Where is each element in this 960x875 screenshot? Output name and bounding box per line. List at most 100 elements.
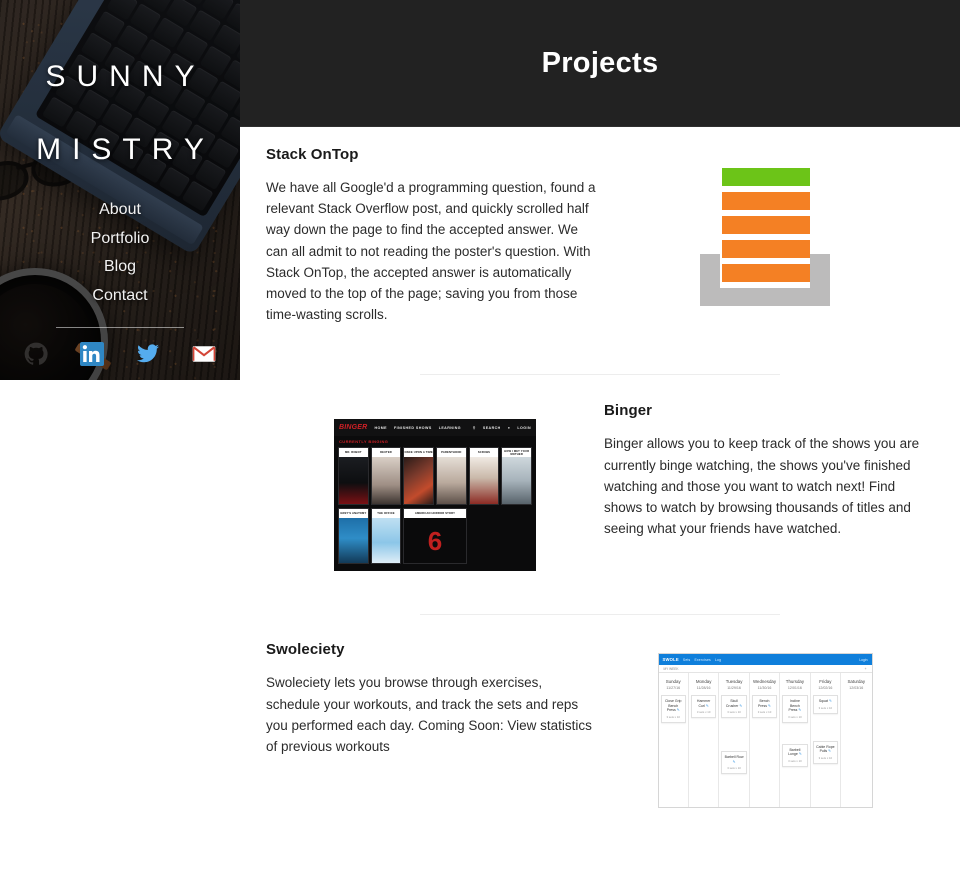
workout-exercise: Barbell Row (724, 755, 744, 760)
edit-icon[interactable]: ✎ (828, 749, 831, 753)
binger-poster-art (404, 457, 433, 505)
main-content: Projects Stack OnTop We have all Google'… (240, 0, 960, 875)
project-description: Swoleciety lets you browse through exerc… (266, 675, 592, 755)
stack-ontop-logo-icon (692, 158, 838, 308)
swoleciety-nav-log: Log (714, 657, 722, 662)
day-name: Wednesday (752, 679, 777, 685)
edit-icon[interactable]: ✎ (739, 704, 742, 708)
binger-show-card: THE OFFICE (370, 508, 402, 565)
day-date: 11/28/16 (696, 685, 711, 690)
project-media: SWOLE Sets Exercises Log Login MY WEEK + (596, 641, 934, 809)
project-text: Stack OnTop We have all Google'd a progr… (266, 146, 596, 325)
project-text: Binger Binger allows you to keep track o… (604, 402, 934, 539)
binger-show-card: GREY'S ANATOMY (338, 508, 369, 565)
binger-row-currently-binging: MR. ROBOT DEXTER ONCE UPON A TIME PARENT… (334, 446, 536, 506)
project-media (596, 146, 934, 308)
brand-line-2: MISTRY (36, 133, 215, 166)
binger-show-card: DEXTER (370, 447, 402, 506)
binger-show-title: AMERICAN HORROR STORY (404, 509, 466, 519)
binger-poster-art (371, 518, 401, 564)
workout-exercise: Squat (818, 698, 828, 703)
workout-card: Close Grip Bench Press ✎ 3 sets x 10 (660, 694, 686, 723)
swoleciety-logo: SWOLE (662, 657, 679, 663)
project-swoleciety: Swoleciety Swoleciety lets you browse th… (240, 615, 960, 809)
sidebar-item-about[interactable]: About (0, 196, 240, 225)
gmail-icon[interactable] (192, 342, 216, 366)
edit-icon[interactable]: ✎ (768, 704, 771, 708)
edit-icon[interactable]: ✎ (829, 699, 832, 703)
day-date: 11/30/16 (757, 685, 772, 690)
binger-poster-art (339, 518, 368, 564)
swoleciety-login: Login (859, 657, 868, 662)
projects-list: Stack OnTop We have all Google'd a progr… (240, 127, 960, 809)
edit-icon[interactable]: ✎ (677, 708, 680, 712)
binger-poster-art (436, 457, 466, 505)
day-name: Tuesday (725, 679, 743, 685)
github-icon[interactable] (24, 342, 48, 366)
swoleciety-add-button: + (864, 666, 867, 671)
binger-action-login: LOGIN (517, 425, 531, 430)
project-description: Binger allows you to keep track of the s… (604, 436, 920, 537)
sidebar-item-portfolio[interactable]: Portfolio (0, 225, 240, 254)
binger-show-title: SCRUBS (469, 448, 499, 458)
day-name: Thursday (785, 679, 805, 685)
swoleciety-navbar: SWOLE Sets Exercises Log Login (658, 654, 872, 666)
swoleciety-day-column: Tuesday 11/29/16 Skull Crusher ✎ 3 sets … (719, 673, 750, 808)
swoleciety-nav-exercises: Exercises (694, 657, 711, 662)
day-date: 11/27/16 (666, 685, 681, 690)
swoleciety-day-column: Sunday 11/27/16 Close Grip Bench Press ✎… (659, 673, 689, 808)
page-title: Projects (541, 47, 659, 79)
project-text: Swoleciety Swoleciety lets you browse th… (266, 641, 596, 757)
binger-poster-art (469, 457, 499, 505)
swoleciety-nav-sets: Sets (682, 657, 691, 662)
binger-poster-art (502, 457, 531, 505)
day-date: 12/02/16 (818, 685, 833, 690)
binger-show-title: GREY'S ANATOMY (339, 509, 368, 519)
sidebar-item-blog[interactable]: Blog (0, 253, 240, 282)
swoleciety-day-column: Wednesday 11/30/16 Bench Press ✎ 3 sets … (750, 673, 781, 808)
binger-show-title: HOW I MET YOUR MOTHER (502, 448, 531, 458)
social-links (0, 342, 240, 366)
project-stack-ontop: Stack OnTop We have all Google'd a progr… (240, 127, 960, 325)
binger-poster-art: 6 (404, 518, 466, 564)
workout-card: Barbell Row ✎ 3 sets x 10 (721, 751, 747, 775)
workout-exercise: Skull Crusher (725, 698, 739, 708)
day-name: Friday (819, 679, 832, 685)
swoleciety-subbar: MY WEEK + (658, 665, 872, 674)
binger-nav-home: HOME (374, 425, 388, 430)
workout-meta: 3 sets x 10 (788, 714, 802, 719)
project-title: Swoleciety (266, 641, 345, 659)
binger-search-icon: ⚲ (472, 425, 476, 430)
edit-icon[interactable]: ✎ (798, 708, 801, 712)
edit-icon[interactable]: ✎ (799, 752, 802, 756)
edit-icon[interactable]: ✎ (733, 760, 736, 764)
swoleciety-day-column: Friday 12/02/16 Squat ✎ 3 sets x 10 Cabl… (811, 673, 842, 808)
workout-card: Incline Bench Press ✎ 3 sets x 10 (782, 694, 808, 723)
binger-user-icon: ● (507, 425, 511, 430)
sidebar: SUNNY MISTRY About Portfolio Blog Contac… (0, 0, 240, 380)
workout-meta: 3 sets x 10 (727, 766, 741, 771)
workout-meta: 3 sets x 10 (727, 710, 741, 715)
day-date: 12/03/16 (849, 685, 864, 690)
swoleciety-day-column: Monday 11/28/16 Hammer Curl ✎ 3 sets x 1… (689, 673, 720, 808)
project-title: Binger (604, 402, 653, 420)
workout-meta: 3 sets x 10 (788, 758, 802, 763)
twitter-icon[interactable] (136, 342, 160, 366)
binger-nav-finished-shows: FINISHED SHOWS (394, 425, 432, 430)
workout-card: Bench Press ✎ 3 sets x 10 (751, 694, 778, 719)
binger-show-card: SCRUBS (468, 447, 500, 506)
workout-card: Squat ✎ 3 sets x 10 (812, 694, 839, 714)
workout-meta: 3 sets x 10 (666, 714, 680, 719)
project-title: Stack OnTop (266, 146, 359, 163)
binger-show-card: HOW I MET YOUR MOTHER (501, 447, 532, 506)
sidebar-item-contact[interactable]: Contact (0, 282, 240, 311)
binger-show-title: DEXTER (371, 448, 401, 458)
sidebar-nav: About Portfolio Blog Contact (0, 196, 240, 310)
binger-section-label: CURRENTLY BINGING (339, 439, 389, 445)
day-name: Saturday (847, 679, 866, 685)
day-date: 12/01/16 (787, 685, 802, 690)
edit-icon[interactable]: ✎ (706, 704, 709, 708)
binger-row-second: GREY'S ANATOMY THE OFFICE AMERICAN HORRO… (334, 506, 536, 568)
linkedin-icon[interactable] (80, 342, 104, 366)
swoleciety-subbar-label: MY WEEK (663, 666, 679, 671)
